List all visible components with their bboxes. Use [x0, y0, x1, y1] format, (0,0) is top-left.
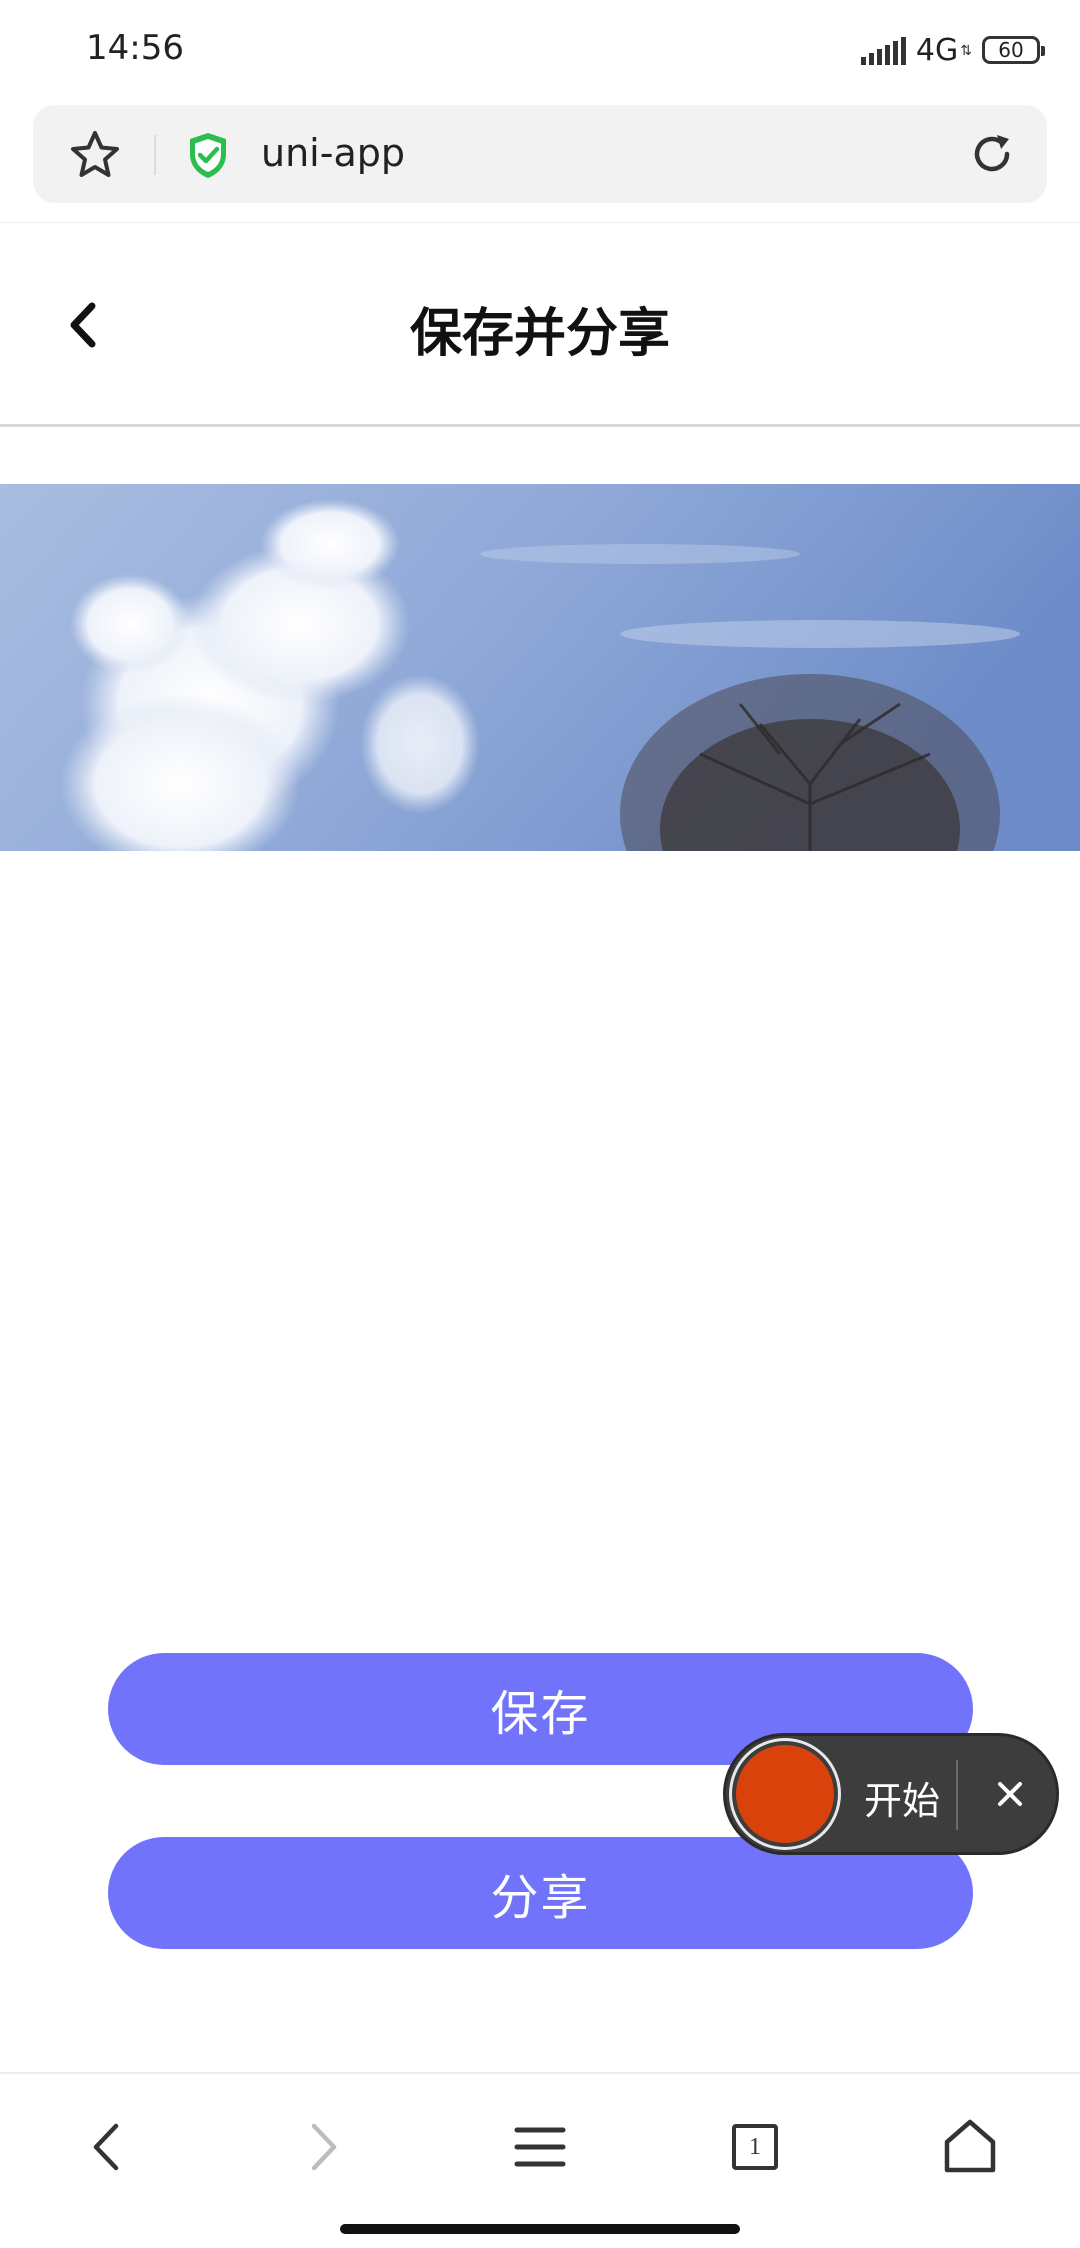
sky-tree-image — [0, 484, 1080, 851]
home-indicator[interactable] — [340, 2224, 740, 2234]
network-type: 4G ⇅ — [916, 33, 972, 68]
network-label: 4G — [915, 32, 959, 68]
forward-icon[interactable] — [288, 2112, 358, 2182]
navigation-header: 保存并分享 — [0, 222, 1080, 427]
battery-icon: 60 — [982, 36, 1045, 64]
menu-icon[interactable] — [505, 2112, 575, 2182]
address-bar[interactable]: uni-app — [33, 105, 1047, 203]
record-divider — [956, 1760, 958, 1830]
status-time: 14:56 — [86, 28, 184, 68]
screen: 14:56 4G ⇅ 60 uni-app 保存并分享 保存 分享 开始 1 — [0, 0, 1080, 2248]
signal-icon — [860, 35, 906, 65]
shield-check-icon[interactable] — [185, 130, 231, 180]
sky-photo — [0, 484, 1080, 851]
screen-record-widget[interactable]: 开始 — [723, 1733, 1059, 1855]
url-text[interactable]: uni-app — [261, 131, 405, 175]
data-arrows-icon: ⇅ — [960, 42, 972, 59]
tab-count: 1 — [732, 2124, 778, 2170]
status-indicators: 4G ⇅ 60 — [860, 28, 1045, 72]
star-icon[interactable] — [69, 129, 121, 181]
record-start-label[interactable]: 开始 — [864, 1770, 940, 1825]
browser-bottom-nav: 1 — [0, 2072, 1080, 2248]
record-button[interactable] — [736, 1745, 834, 1843]
tabs-icon[interactable]: 1 — [720, 2112, 790, 2182]
close-icon[interactable] — [988, 1772, 1032, 1816]
battery-level: 60 — [998, 38, 1024, 62]
home-icon[interactable] — [935, 2112, 1005, 2182]
status-bar: 14:56 4G ⇅ 60 — [0, 0, 1080, 100]
reload-icon[interactable] — [967, 129, 1017, 179]
address-divider — [154, 135, 156, 175]
back-icon[interactable] — [72, 2112, 142, 2182]
page-title: 保存并分享 — [409, 304, 670, 364]
